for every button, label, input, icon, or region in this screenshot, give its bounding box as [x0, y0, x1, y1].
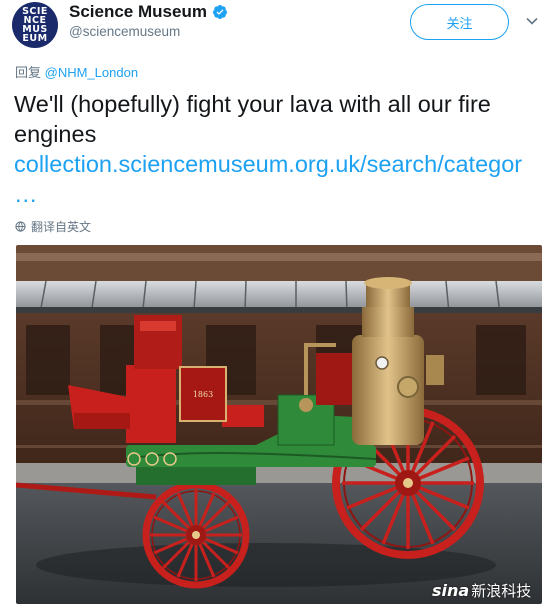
avatar-logo-text: SCIENCEMUSEUM	[22, 5, 48, 45]
watermark-brand: sina	[432, 581, 470, 600]
sina-watermark: sina 新浪科技	[432, 580, 531, 601]
plate-year-text: 1863	[193, 390, 213, 399]
watermark-text: 新浪科技	[471, 582, 532, 600]
follow-button[interactable]: 关注	[410, 4, 509, 40]
avatar[interactable]: SCIENCEMUSEUM	[12, 2, 58, 48]
display-name[interactable]: Science Museum	[69, 2, 207, 22]
reply-prefix: 回复	[15, 66, 42, 81]
tweet-text: We'll (hopefully) fight your lava with a…	[14, 91, 491, 147]
tweet-header: SCIENCEMUSEUM Science Museum @sciencemus…	[0, 0, 550, 56]
handle[interactable]: @sciencemuseum	[69, 24, 180, 39]
reply-mention-link[interactable]: @NHM_London	[45, 65, 138, 80]
globe-icon	[15, 221, 26, 232]
name-row: Science Museum	[69, 2, 228, 22]
reply-context: 回复 @NHM_London	[15, 62, 138, 81]
tweet-link[interactable]: collection.sciencemuseum.org.uk/search/c…	[14, 149, 544, 209]
translate-label: 翻译自英文	[31, 220, 92, 234]
chevron-down-icon[interactable]	[525, 14, 539, 28]
translate-row[interactable]: 翻译自英文	[15, 218, 91, 235]
tweet-photo[interactable]: 1863	[16, 245, 542, 604]
fire-engine-image: 1863	[16, 245, 542, 604]
verified-badge-icon	[212, 5, 227, 19]
